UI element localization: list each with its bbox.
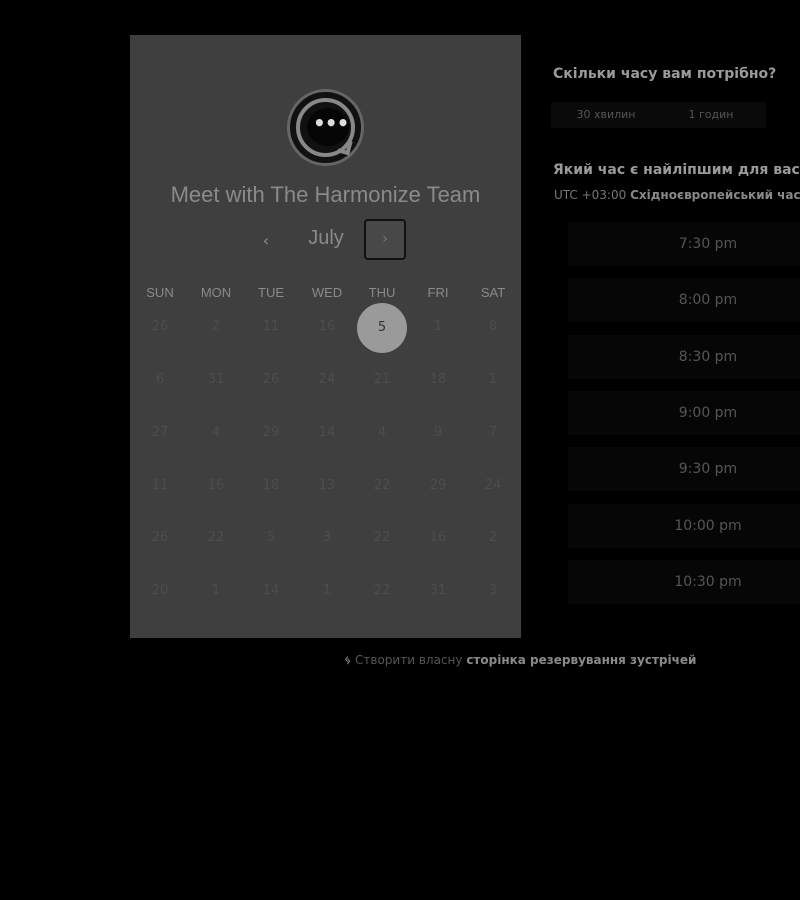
timezone-name[interactable]: Східноєвропейський час (630, 188, 800, 202)
next-month-button[interactable]: › (364, 219, 406, 260)
calendar-day: 14 (262, 583, 280, 598)
calendar-day: 13 (318, 478, 336, 493)
calendar-day: 7 (488, 425, 498, 440)
footer-promo: ᛃ Створити власну сторінка резервування … (344, 653, 696, 667)
calendar-day: 11 (151, 478, 169, 493)
month-label: July (308, 227, 344, 249)
calendar-day: 18 (429, 372, 447, 387)
calendar-day: 6 (155, 372, 165, 387)
calendar-day: 27 (151, 425, 169, 440)
team-logo-chat-icon: ••• (287, 89, 364, 166)
calendar-day: 4 (377, 425, 387, 440)
calendar-day: 16 (207, 478, 225, 493)
calendar-day: 31 (207, 372, 225, 387)
calendar-day: 1 (488, 372, 498, 387)
calendar-day: 22 (373, 530, 391, 545)
time-slot-button[interactable]: 7:30 pm (568, 222, 800, 266)
time-slot-label: 8:30 pm (678, 348, 738, 365)
duration-option-30min[interactable]: 30 хвилин (551, 102, 661, 128)
timezone-offset: UTC +03:00 (554, 188, 627, 202)
calendar-day: 4 (211, 425, 221, 440)
footer-link[interactable]: сторінка резервування зустрічей (466, 653, 696, 667)
calendar-day: 20 (151, 583, 169, 598)
calendar-day: 1 (322, 583, 332, 598)
calendar-day: 22 (373, 583, 391, 598)
calendar-day: 29 (262, 425, 280, 440)
time-slot-button[interactable]: 10:00 pm (568, 503, 800, 548)
weekday-header: TUE (258, 285, 284, 300)
time-slot-label: 10:30 pm (674, 573, 742, 590)
calendar-day: 21 (373, 372, 391, 387)
weekday-header: MON (200, 285, 232, 300)
time-question: Який час є найліпшим для вас? (553, 162, 800, 178)
calendar-day: 26 (151, 319, 169, 334)
prev-month-chevron-icon[interactable]: ‹ (256, 229, 276, 253)
time-slot-label: 8:00 pm (678, 292, 738, 309)
calendar-day: 24 (318, 372, 336, 387)
calendar-day: 1 (433, 319, 443, 334)
page-title: Meet with The Harmonize Team (170, 182, 481, 207)
weekday-header: THU (368, 285, 396, 300)
calendar-day: 16 (429, 530, 447, 545)
duration-question: Скільки часу вам потрібно? (553, 66, 777, 82)
time-slot-label: 9:30 pm (678, 461, 738, 478)
weekday-header: SAT (480, 285, 506, 300)
calendar-day: 16 (318, 319, 336, 334)
duration-option-1hour[interactable]: 1 годин (656, 102, 766, 128)
calendar-day: 11 (262, 319, 280, 334)
footer-prefix: Створити власну (355, 653, 463, 667)
calendar-day: 1 (211, 583, 221, 598)
time-slot-label: 10:00 pm (674, 517, 742, 534)
time-slot-button[interactable]: 10:30 pm (568, 559, 800, 604)
time-slot-button[interactable]: 9:00 pm (568, 390, 800, 435)
calendar-day: 9 (433, 425, 443, 440)
weekday-header: WED (311, 285, 343, 300)
calendar-card: ••• Meet with The Harmonize Team ‹ July … (130, 35, 521, 638)
calendar-day: 31 (429, 583, 447, 598)
calendar-day: 24 (484, 478, 502, 493)
sprocket-icon: ᛃ (344, 653, 352, 667)
time-slot-label: 9:00 pm (678, 404, 738, 421)
selected-day[interactable]: 5 (357, 303, 407, 353)
calendar-day: 22 (373, 478, 391, 493)
time-slot-label: 7:30 pm (678, 236, 738, 252)
calendar-day: 26 (151, 530, 169, 545)
calendar-day: 14 (318, 425, 336, 440)
calendar-day: 5 (266, 530, 276, 545)
calendar-day: 2 (211, 319, 221, 334)
weekday-header: FRI (427, 285, 449, 300)
calendar-day: 29 (429, 478, 447, 493)
weekday-header: SUN (146, 285, 174, 300)
calendar-day: 22 (207, 530, 225, 545)
calendar-day: 26 (262, 372, 280, 387)
calendar-day: 2 (488, 530, 498, 545)
time-slot-button[interactable]: 9:30 pm (568, 447, 800, 492)
calendar-day: 3 (488, 583, 498, 598)
calendar-day: 3 (322, 530, 332, 545)
time-slot-button[interactable]: 8:30 pm (568, 334, 800, 379)
calendar-day: 18 (262, 478, 280, 493)
timezone-label: UTC +03:00 Східноєвропейський час (554, 188, 800, 202)
time-slot-button[interactable]: 8:00 pm (568, 278, 800, 323)
calendar-day: 8 (488, 319, 498, 334)
